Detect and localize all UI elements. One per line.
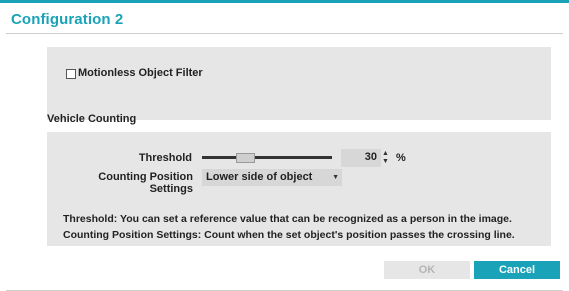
section-title-vehicle-counting: Vehicle Counting [47,113,137,125]
configuration-dialog: Configuration 2 Motionless Object Filter… [0,0,569,291]
cancel-button[interactable]: Cancel [474,261,560,279]
threshold-slider-track[interactable] [202,156,332,159]
threshold-label: Threshold [138,152,192,164]
threshold-unit: % [396,152,406,164]
chevron-down-icon: ▼ [332,174,339,181]
threshold-slider-handle[interactable] [236,153,255,163]
filter-panel [47,47,551,120]
dialog-title: Configuration 2 [11,11,124,28]
counting-position-value: Lower side of object [206,171,313,183]
motionless-filter-checkbox[interactable] [66,69,76,79]
threshold-value: 30 [364,151,377,163]
counting-position-description: Counting Position Settings: Count when t… [63,229,515,241]
counting-position-label: Counting Position Settings [98,171,193,195]
motionless-filter-label[interactable]: Motionless Object Filter [78,67,203,79]
spin-down-icon[interactable]: ▼ [382,158,389,165]
threshold-spinbox[interactable]: 30 [341,149,381,167]
threshold-description: Threshold: You can set a reference value… [63,213,512,225]
ok-button[interactable]: OK [384,261,470,279]
counting-position-select[interactable]: Lower side of object ▼ [202,169,342,186]
spin-up-icon[interactable]: ▲ [382,150,389,157]
title-divider [6,33,563,34]
